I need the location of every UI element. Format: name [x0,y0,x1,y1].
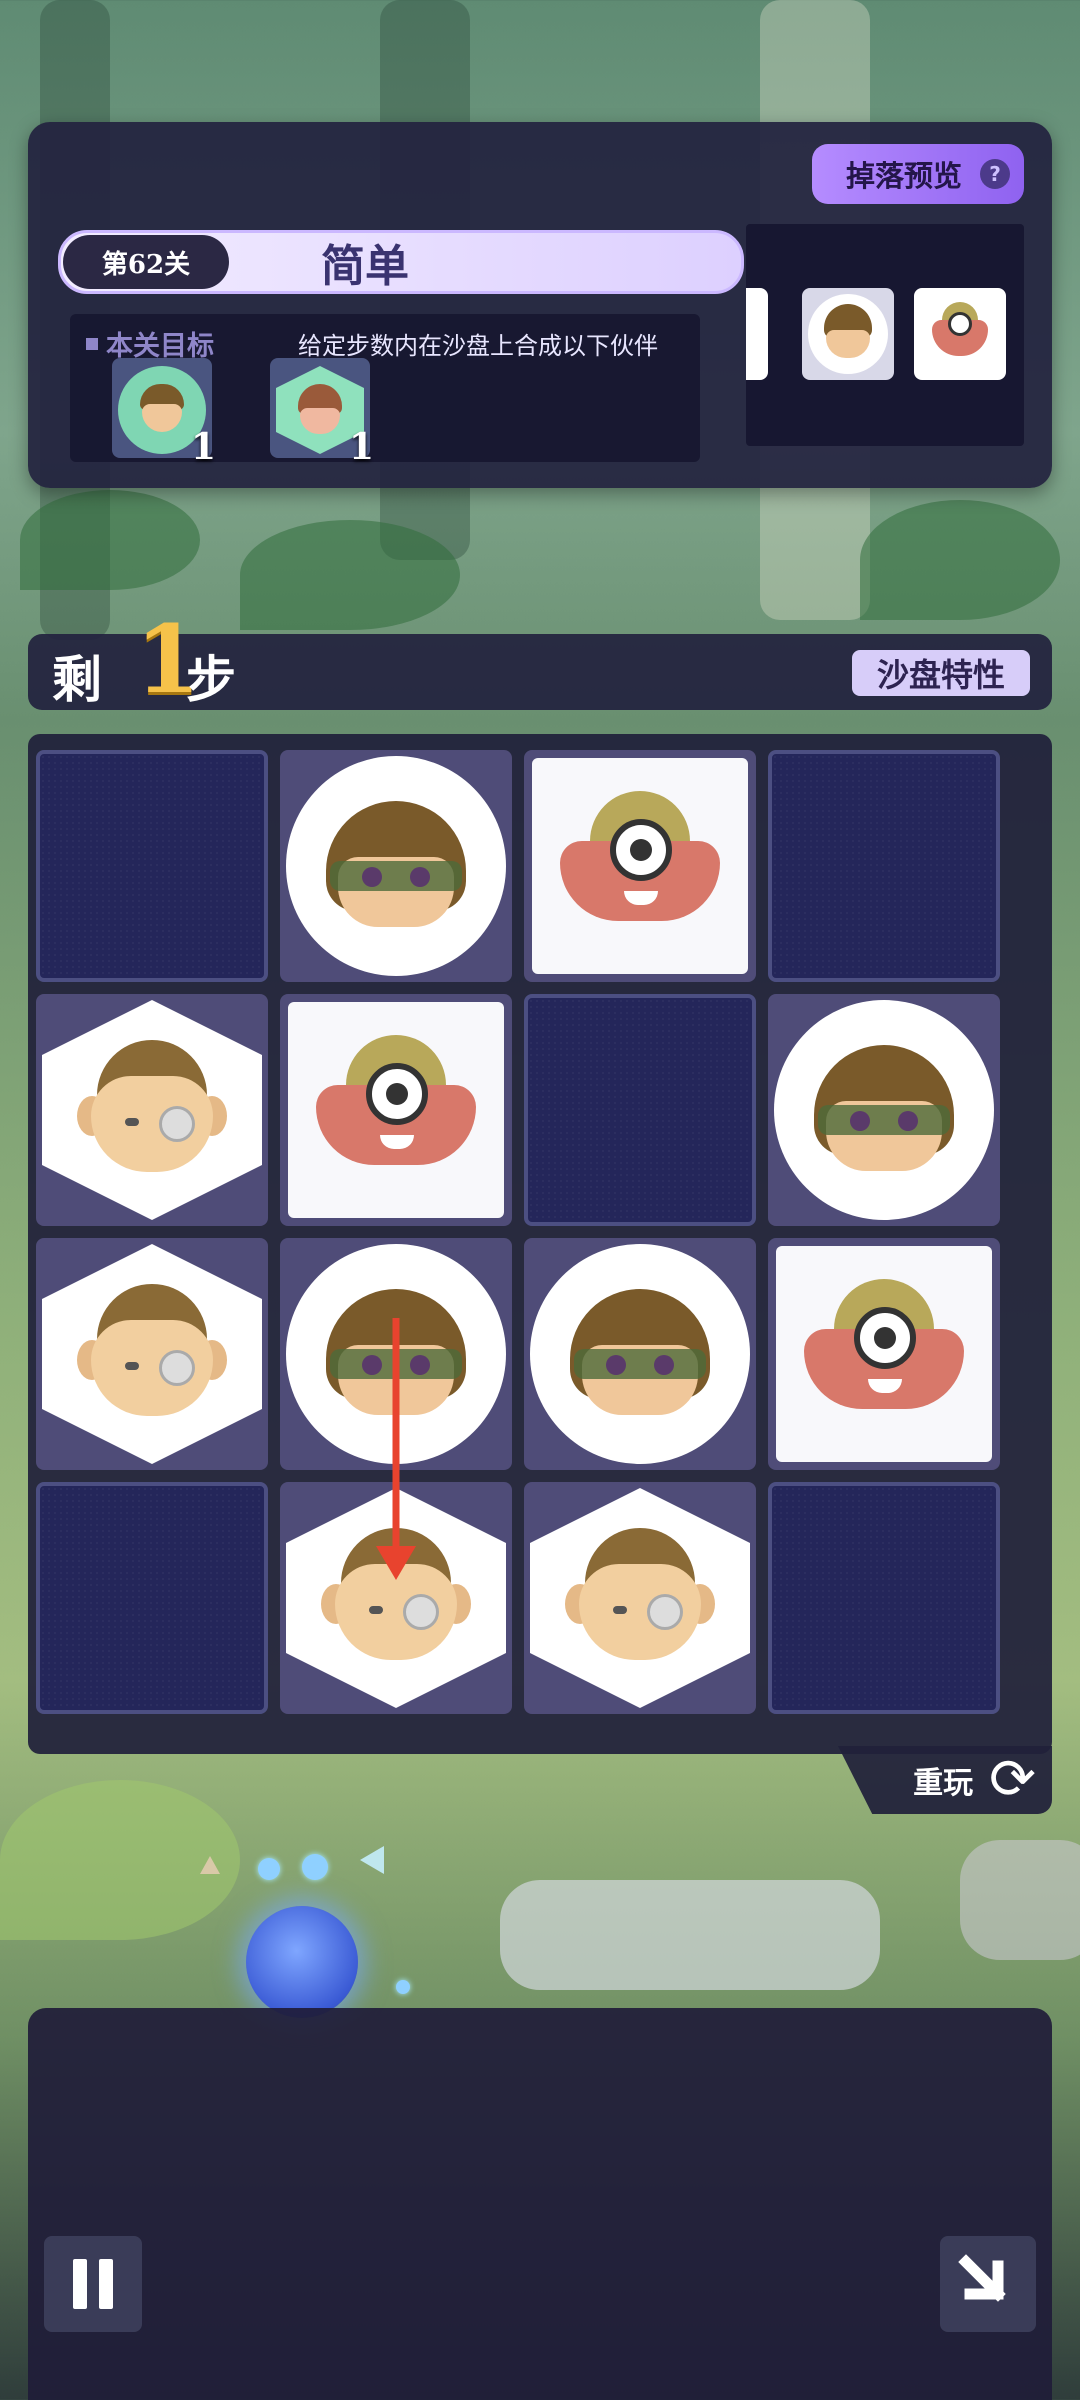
board-cell[interactable] [768,1238,1000,1470]
board-cell[interactable] [524,1238,756,1470]
drop-preview-label: 掉落预览 [846,159,963,193]
round-partner-icon [326,801,466,931]
board-cell[interactable] [280,994,512,1226]
level-difficulty: 简单 [321,241,409,292]
drop-item [802,288,894,380]
board-cell[interactable] [36,994,268,1226]
level-number: 第62关 [63,235,229,289]
pause-icon [99,2259,113,2309]
round-partner-icon [570,1289,710,1419]
board-cell[interactable] [280,750,512,982]
board-cell[interactable] [524,750,756,982]
sandbox-traits-button[interactable]: 沙盘特性 [852,650,1030,696]
help-icon[interactable]: ? [980,159,1010,189]
sparkle-icon [396,1980,410,1994]
replay-button[interactable]: 重玩 ⟳ [838,1746,1052,1814]
monocle-partner-icon [77,1284,227,1424]
miner-partner-icon [560,791,720,941]
arrow-down-right-icon [958,2254,1006,2302]
monocle-partner-icon [77,1040,227,1180]
replay-label: 重玩 [913,1766,974,1801]
board-cell[interactable] [36,1238,268,1470]
circle-piece[interactable] [774,1000,994,1220]
hex-piece[interactable] [530,1488,750,1708]
square-piece[interactable] [776,1246,992,1462]
hex-piece[interactable] [42,1244,262,1464]
refresh-icon: ⟳ [989,1747,1036,1812]
level-bar: 第62关 简单 [58,230,744,294]
round-partner-icon [814,1045,954,1175]
sparkle-icon [258,1858,280,1880]
goal-description: 给定步数内在沙盘上合成以下伙伴 [298,332,658,360]
goal-count: 1 [348,426,374,468]
drop-preview-button[interactable]: 掉落预览 ? [812,144,1024,204]
empty-cell[interactable] [36,750,268,982]
goal-item-round: 1 [112,358,216,468]
circle-piece[interactable] [530,1244,750,1464]
miner-partner-icon [316,1035,476,1185]
square-piece[interactable] [288,1002,504,1218]
circle-piece[interactable] [286,1244,506,1464]
goal-count: 1 [190,426,216,468]
empty-cell[interactable] [768,750,1000,982]
pause-icon [73,2259,87,2309]
game-board [28,734,1052,1754]
drop-item [746,288,768,380]
goal-item-hex: 1 [270,358,374,468]
sparkle-icon [200,1856,220,1874]
level-info-panel: 掉落预览 ? 第62关 简单 本关目标 给定步数内在沙盘上合成以下伙伴 1 1 [28,122,1052,488]
board-cell[interactable] [280,1482,512,1714]
board-cell[interactable] [768,994,1000,1226]
orb-icon[interactable] [246,1906,358,2018]
steps-suffix: 步 [186,651,236,709]
empty-cell[interactable] [768,1482,1000,1714]
monocle-partner-icon [321,1528,471,1668]
drop-item [914,288,1006,380]
collapse-arrow-button[interactable] [940,2236,1036,2332]
sparkle-icon [302,1854,328,1880]
board-cell[interactable] [524,1482,756,1714]
drop-preview-box [746,224,1024,446]
miner-partner-icon [804,1279,964,1429]
empty-cell[interactable] [36,1482,268,1714]
bullet-icon [86,337,98,350]
monocle-partner-icon [565,1528,715,1668]
round-partner-icon [326,1289,466,1419]
steps-bar: 剩 1 步 沙盘特性 [28,605,1052,715]
empty-cell[interactable] [524,994,756,1226]
circle-piece[interactable] [286,756,506,976]
bottom-panel [28,2008,1052,2400]
goal-box: 本关目标 给定步数内在沙盘上合成以下伙伴 1 1 [70,314,700,468]
sparkle-icon [360,1846,384,1874]
hex-piece[interactable] [286,1488,506,1708]
board-cell[interactable] [280,1238,512,1470]
hex-piece[interactable] [42,1000,262,1220]
square-piece[interactable] [532,758,748,974]
pause-button[interactable] [44,2236,142,2332]
steps-prefix: 剩 [52,651,102,709]
